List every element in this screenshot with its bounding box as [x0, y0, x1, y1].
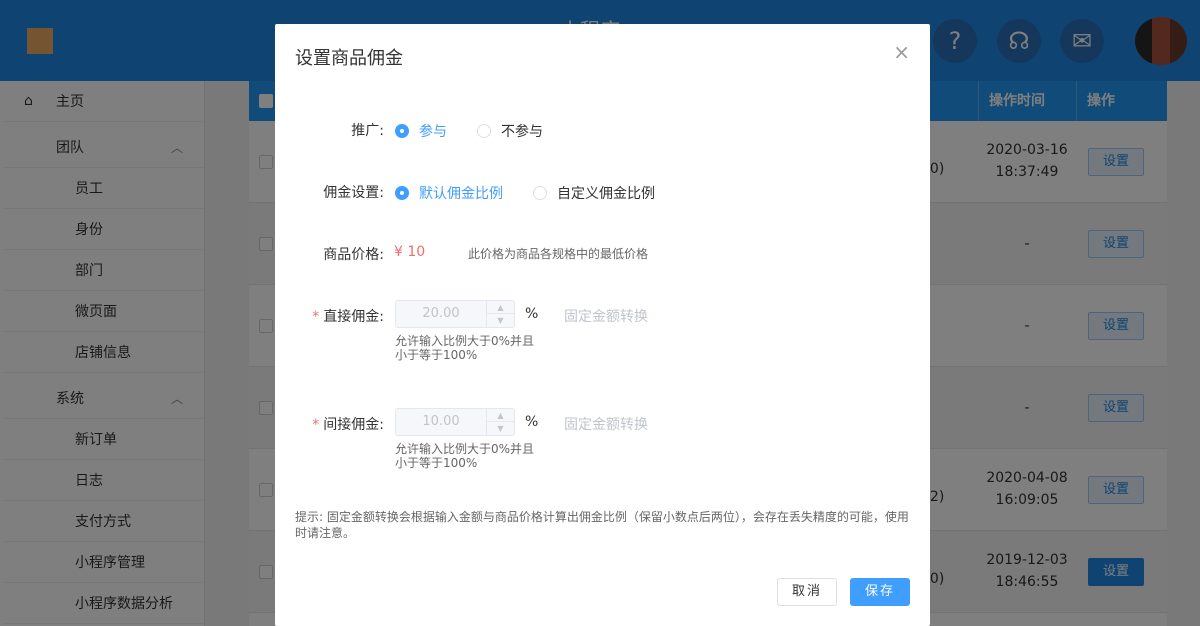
- chevron-down-icon: ▼: [497, 424, 504, 433]
- promotion-radio-join[interactable]: 参与: [395, 121, 447, 141]
- radio-dot-icon: [395, 124, 409, 138]
- price-hint: 此价格为商品各规格中的最低价格: [468, 247, 649, 261]
- save-button[interactable]: 保存: [850, 578, 910, 606]
- close-icon[interactable]: ×: [893, 42, 910, 62]
- indirect-commission-input[interactable]: 10.00 ▲ ▼: [395, 408, 515, 436]
- percent-unit: %: [525, 306, 539, 322]
- direct-commission-input[interactable]: 20.00 ▲ ▼: [395, 300, 515, 328]
- dialog-tip: 提示: 固定金额转换会根据输入金额与商品价格计算出佣金比例（保留小数点后两位），…: [295, 510, 909, 540]
- indirect-commission-help: 允许输入比例大于0%并且小于等于100%: [395, 442, 535, 470]
- percent-unit: %: [525, 414, 539, 430]
- direct-commission-help: 允许输入比例大于0%并且小于等于100%: [395, 334, 535, 362]
- radio-dot-icon: [533, 186, 547, 200]
- promotion-radio-decline[interactable]: 不参与: [477, 121, 543, 141]
- commission-radio-default[interactable]: 默认佣金比例: [395, 183, 503, 203]
- commission-radio-custom[interactable]: 自定义佣金比例: [533, 183, 655, 203]
- radio-dot-icon: [395, 186, 409, 200]
- decrement-button[interactable]: ▼: [486, 422, 514, 435]
- increment-button[interactable]: ▲: [486, 409, 514, 422]
- promotion-label: 推广:: [351, 123, 384, 139]
- chevron-up-icon: ▲: [497, 303, 504, 312]
- dialog-title: 设置商品佣金: [295, 48, 403, 69]
- commission-dialog: 设置商品佣金 × 推广: 参与 不参与 佣金设置: 默认佣金比例 自定义佣金比例…: [275, 24, 930, 626]
- commission-setting-label: 佣金设置:: [323, 185, 384, 201]
- increment-button[interactable]: ▲: [486, 301, 514, 314]
- direct-convert-link[interactable]: 固定金额转换: [564, 306, 648, 326]
- direct-commission-label: * 直接佣金:: [312, 309, 384, 325]
- decrement-button[interactable]: ▼: [486, 314, 514, 327]
- price-value: ¥ 10: [394, 244, 426, 260]
- radio-dot-icon: [477, 124, 491, 138]
- indirect-commission-label: * 间接佣金:: [312, 417, 384, 433]
- indirect-convert-link[interactable]: 固定金额转换: [564, 414, 648, 434]
- chevron-down-icon: ▼: [497, 316, 504, 325]
- price-label: 商品价格:: [323, 247, 384, 263]
- chevron-up-icon: ▲: [497, 411, 504, 420]
- cancel-button[interactable]: 取消: [777, 578, 837, 606]
